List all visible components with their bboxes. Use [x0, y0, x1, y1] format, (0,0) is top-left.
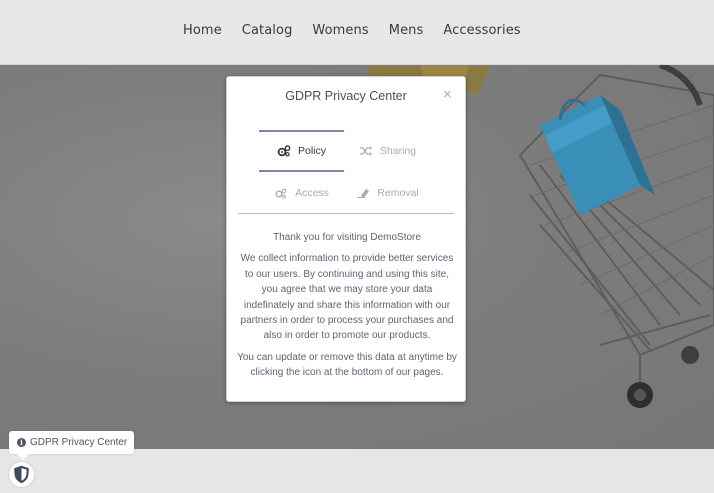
info-icon: i — [17, 438, 26, 447]
modal-body: Thank you for visiting DemoStore We coll… — [237, 230, 457, 387]
page-footer-band — [0, 449, 714, 493]
close-icon[interactable]: × — [443, 87, 452, 102]
modal-paragraph: We collect information to provide better… — [240, 253, 454, 342]
tab-sharing-label: Sharing — [379, 145, 417, 157]
nav-item-womens[interactable]: Womens — [312, 23, 368, 38]
modal-paragraph: You can update or remove this data at an… — [237, 351, 457, 379]
gdpr-shield-button[interactable] — [9, 462, 34, 487]
modal-title: GDPR Privacy Center — [285, 89, 407, 103]
site-header: Home Catalog Womens Mens Accessories — [0, 0, 714, 65]
main-nav: Home Catalog Womens Mens Accessories — [183, 23, 541, 38]
tab-removal[interactable]: Removal — [345, 172, 430, 214]
gdpr-tooltip: i GDPR Privacy Center — [9, 431, 134, 460]
shield-icon — [14, 465, 29, 484]
nav-item-home[interactable]: Home — [183, 23, 222, 38]
modal-heading: Thank you for visiting DemoStore — [273, 232, 421, 243]
tab-access[interactable]: Access — [259, 172, 344, 214]
tab-access-label: Access — [295, 187, 329, 199]
nav-item-mens[interactable]: Mens — [389, 23, 424, 38]
tab-sharing[interactable]: Sharing — [345, 130, 430, 172]
tab-removal-label: Removal — [377, 187, 419, 199]
shuffle-icon — [359, 145, 373, 157]
cogs-small-icon — [274, 187, 288, 199]
nav-item-accessories[interactable]: Accessories — [443, 23, 520, 38]
nav-item-catalog[interactable]: Catalog — [242, 23, 293, 38]
tabs-divider — [238, 213, 454, 214]
eraser-icon — [356, 187, 370, 199]
cogs-icon — [277, 145, 291, 157]
tab-policy-label: Policy — [297, 145, 326, 157]
tab-policy[interactable]: Policy — [259, 130, 344, 172]
tooltip-label: GDPR Privacy Center — [30, 437, 128, 448]
gdpr-privacy-modal: GDPR Privacy Center × Policy Sharing Acc… — [226, 76, 466, 402]
